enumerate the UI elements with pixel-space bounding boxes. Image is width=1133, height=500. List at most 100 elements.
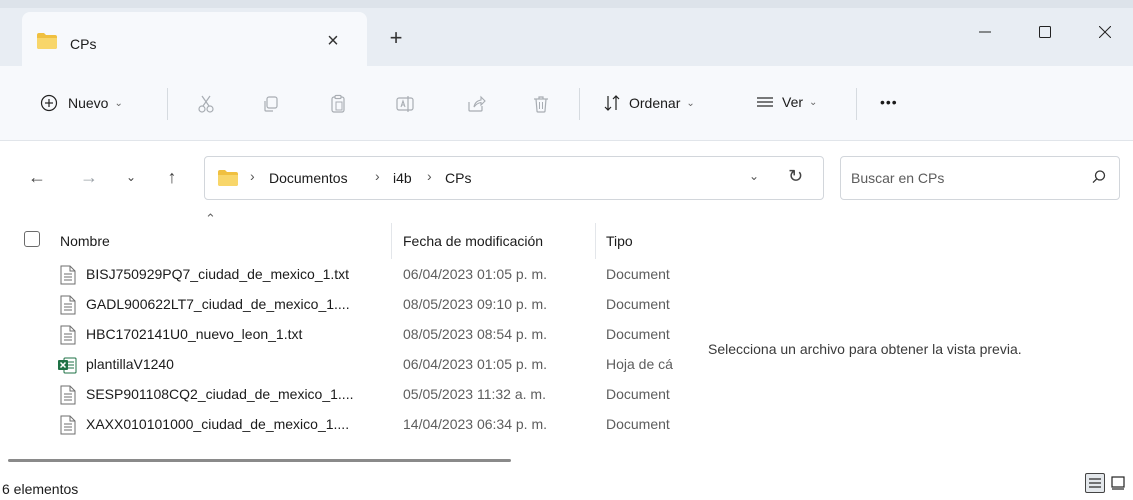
column-header-type[interactable]: Tipo — [606, 233, 633, 249]
file-name: HBC1702141U0_nuevo_leon_1.txt — [86, 326, 303, 342]
close-window-button[interactable] — [1082, 14, 1128, 50]
preview-pane-message: Selecciona un archivo para obtener la vi… — [708, 341, 1022, 357]
file-row[interactable]: HBC1702141U0_nuevo_leon_1.txt 08/05/2023… — [0, 323, 685, 347]
divider — [167, 88, 168, 120]
item-count: 6 elementos — [2, 481, 79, 497]
breadcrumb-i4b[interactable]: i4b — [393, 170, 412, 186]
file-row[interactable]: XAXX010101000_ciudad_de_mexico_1.... 14/… — [0, 413, 685, 437]
search-icon[interactable] — [1091, 169, 1107, 188]
file-type: Document — [606, 326, 670, 342]
address-history-chevron-icon[interactable]: ⌄ — [749, 169, 759, 183]
file-row[interactable]: plantillaV1240 06/04/2023 01:05 p. m. Ho… — [0, 353, 685, 377]
new-tab-button[interactable]: + — [384, 26, 408, 50]
file-type: Document — [606, 386, 670, 402]
large-icons-view-button[interactable] — [1108, 473, 1128, 493]
search-box[interactable] — [840, 156, 1120, 200]
file-row[interactable]: BISJ750929PQ7_ciudad_de_mexico_1.txt 06/… — [0, 263, 685, 287]
column-divider[interactable] — [391, 223, 392, 259]
paste-icon[interactable] — [326, 92, 350, 116]
close-tab-icon[interactable]: × — [320, 28, 346, 54]
chevron-down-icon: ⌄ — [114, 97, 123, 109]
new-button-label: Nuevo — [68, 95, 109, 111]
tiles-view-icon — [1111, 476, 1125, 490]
tab-cps[interactable]: CPs × — [22, 12, 367, 66]
close-icon — [1099, 26, 1111, 38]
column-divider[interactable] — [595, 223, 596, 259]
file-type: Document — [606, 296, 670, 312]
command-bar: Nuevo ⌄ Ordenar ⌄ Ver ⌄ ••• — [0, 66, 1133, 141]
file-date: 05/05/2023 11:32 a. m. — [403, 386, 546, 402]
file-date: 06/04/2023 01:05 p. m. — [403, 356, 547, 372]
share-icon[interactable] — [464, 92, 488, 116]
horizontal-scrollbar[interactable] — [8, 459, 511, 462]
new-button[interactable]: Nuevo ⌄ — [40, 94, 123, 112]
back-arrow-icon[interactable]: ← — [26, 166, 48, 188]
file-type: Document — [606, 416, 670, 432]
cut-icon[interactable] — [194, 92, 218, 116]
file-date: 06/04/2023 01:05 p. m. — [403, 266, 547, 282]
file-date: 14/04/2023 06:34 p. m. — [403, 416, 547, 432]
details-view-icon — [1089, 478, 1101, 488]
file-list-header: ⌃ Nombre Fecha de modificación Tipo — [0, 211, 685, 261]
status-bar: 6 elementos — [0, 473, 1133, 500]
file-name: plantillaV1240 — [86, 356, 174, 372]
details-view-button[interactable] — [1085, 473, 1105, 493]
breadcrumb-cps[interactable]: CPs — [445, 170, 471, 186]
maximize-button[interactable] — [1022, 14, 1068, 50]
select-all-checkbox[interactable] — [24, 231, 40, 247]
column-header-name[interactable]: Nombre — [60, 233, 110, 249]
address-row: ← → ⌄ ↑ › Documentos › i4b › CPs ⌄ ↻ — [0, 141, 1133, 211]
search-input[interactable] — [851, 167, 1071, 189]
divider — [579, 88, 580, 120]
up-arrow-icon[interactable]: ↑ — [161, 166, 183, 188]
file-date: 08/05/2023 09:10 p. m. — [403, 296, 547, 312]
text-file-icon — [60, 385, 76, 405]
top-strip — [0, 0, 1133, 8]
file-list: BISJ750929PQ7_ciudad_de_mexico_1.txt 06/… — [0, 263, 685, 443]
sort-button[interactable]: Ordenar ⌄ — [603, 94, 695, 112]
chevron-down-icon: ⌄ — [686, 97, 695, 109]
copy-icon[interactable] — [259, 92, 283, 116]
file-type: Hoja de cá — [606, 356, 673, 372]
file-explorer-window: CPs × + Nuevo ⌄ Ordenar ⌄ Ver ⌄ ••• ← → … — [0, 0, 1133, 500]
breadcrumb-separator: › — [250, 168, 255, 184]
refresh-icon[interactable]: ↻ — [788, 166, 803, 187]
recent-locations-chevron-icon[interactable]: ⌄ — [120, 166, 142, 188]
maximize-icon — [1039, 26, 1051, 38]
file-name: BISJ750929PQ7_ciudad_de_mexico_1.txt — [86, 266, 350, 282]
delete-icon[interactable] — [529, 92, 553, 116]
text-file-icon — [60, 325, 76, 345]
minimize-button[interactable] — [962, 14, 1008, 50]
divider — [856, 88, 857, 120]
file-name: GADL900622LT7_ciudad_de_mexico_1.... — [86, 296, 350, 312]
text-file-icon — [60, 295, 76, 315]
view-button[interactable]: Ver ⌄ — [756, 94, 817, 110]
forward-arrow-icon[interactable]: → — [78, 166, 100, 188]
column-header-date[interactable]: Fecha de modificación — [403, 233, 543, 249]
breadcrumb-separator: › — [427, 168, 432, 184]
file-name: SESP901108CQ2_ciudad_de_mexico_1.... — [86, 386, 354, 402]
folder-icon — [217, 169, 239, 190]
folder-icon — [36, 32, 58, 53]
view-button-label: Ver — [782, 94, 804, 110]
file-row[interactable]: GADL900622LT7_ciudad_de_mexico_1.... 08/… — [0, 293, 685, 317]
title-bar: CPs × + — [0, 0, 1133, 66]
breadcrumb-documentos[interactable]: Documentos — [269, 170, 348, 186]
file-row[interactable]: SESP901108CQ2_ciudad_de_mexico_1.... 05/… — [0, 383, 685, 407]
breadcrumb-separator: › — [375, 168, 380, 184]
tab-title: CPs — [70, 36, 97, 52]
more-options-button[interactable]: ••• — [880, 94, 898, 110]
sort-arrows-icon — [604, 95, 620, 111]
text-file-icon — [60, 415, 76, 435]
file-date: 08/05/2023 08:54 p. m. — [403, 326, 547, 342]
file-type: Document — [606, 266, 670, 282]
view-lines-icon — [757, 97, 773, 107]
sort-ascending-caret-icon: ⌃ — [205, 211, 216, 226]
address-bar[interactable]: › Documentos › i4b › CPs ⌄ ↻ — [204, 156, 824, 200]
sort-button-label: Ordenar — [629, 95, 681, 111]
excel-file-icon — [57, 355, 77, 375]
minimize-icon — [979, 31, 991, 33]
file-name: XAXX010101000_ciudad_de_mexico_1.... — [86, 416, 350, 432]
plus-circle-icon — [40, 94, 58, 112]
rename-icon[interactable] — [393, 92, 417, 116]
